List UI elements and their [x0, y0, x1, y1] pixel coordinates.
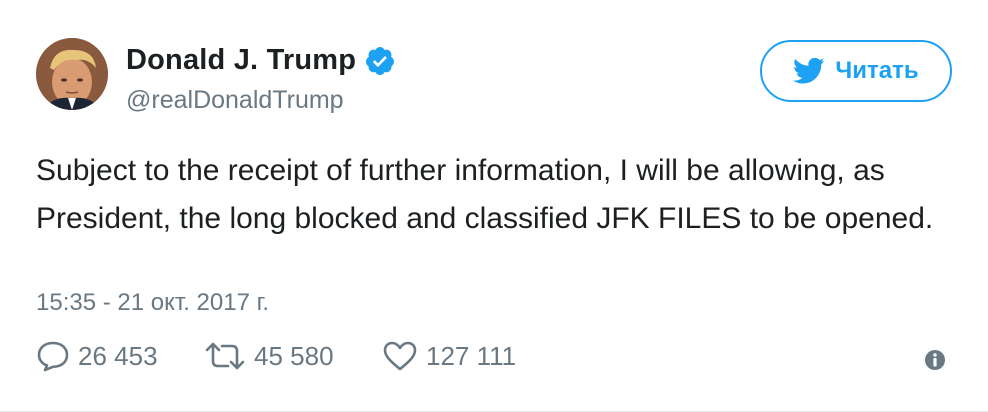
avatar[interactable]: [36, 38, 108, 110]
like-button[interactable]: 127 111: [382, 340, 516, 372]
tweet-actions: 26 453 45 580 127 111: [36, 340, 516, 372]
like-count: 127 111: [426, 340, 517, 371]
reply-count: 26 453: [78, 340, 158, 371]
tweet-text: Subject to the receipt of further inform…: [36, 154, 934, 235]
retweet-icon: [205, 342, 245, 370]
avatar-portrait-icon: [36, 38, 108, 110]
follow-button-label: Читать: [835, 57, 919, 84]
retweet-button[interactable]: 45 580: [204, 341, 382, 372]
follow-button[interactable]: Читать: [760, 40, 952, 102]
tweet-timestamp[interactable]: 15:35 - 21 окт. 2017 г.: [36, 289, 269, 317]
reply-button[interactable]: 26 453: [36, 340, 204, 372]
tweet-card: Donald J. Trump @realDonaldTrump Читать …: [0, 0, 988, 412]
twitter-bird-icon: [793, 57, 825, 84]
heart-icon: [383, 341, 417, 371]
author-name[interactable]: Donald J. Trump: [126, 44, 356, 77]
author-row: Donald J. Trump: [126, 44, 396, 77]
reply-icon: [37, 341, 69, 372]
retweet-count: 45 580: [254, 340, 334, 371]
info-icon[interactable]: [924, 349, 946, 371]
author-handle[interactable]: @realDonaldTrump: [126, 86, 344, 115]
verified-badge-icon: [366, 46, 395, 75]
